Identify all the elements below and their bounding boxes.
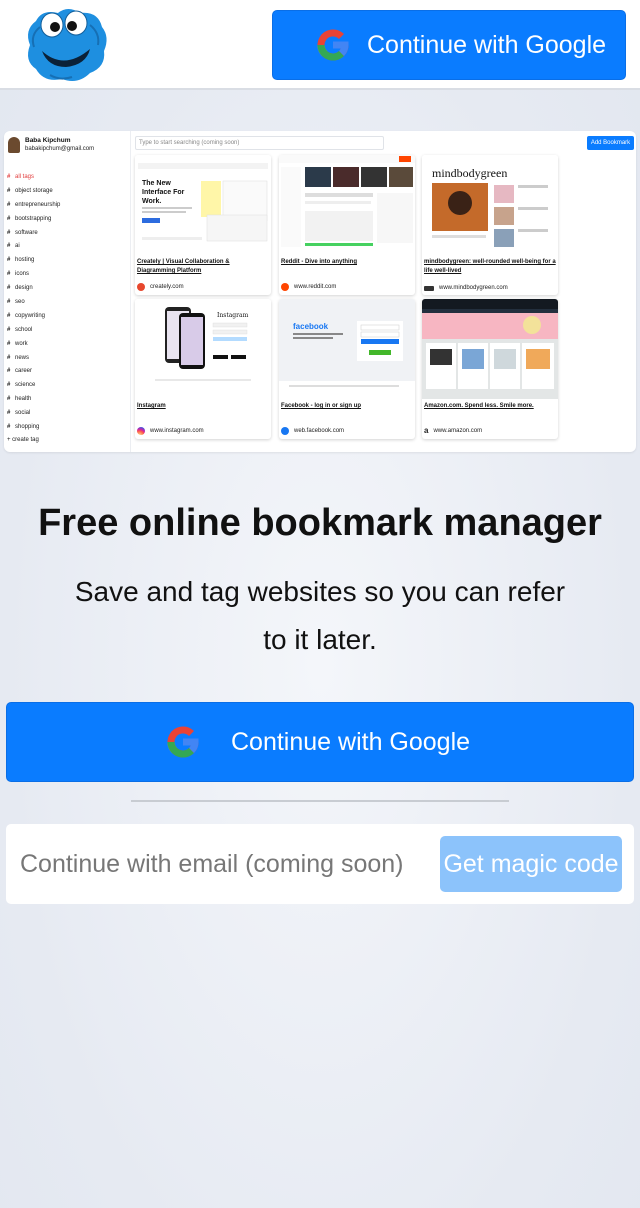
continue-with-google-button[interactable]: Continue with Google (6, 702, 634, 782)
amazon-favicon-icon: a (424, 426, 429, 435)
hash-icon: # (7, 215, 11, 222)
hash-icon: # (7, 326, 11, 333)
card-title: Creately | Visual Collaboration & Diagra… (137, 259, 230, 274)
hash-icon: # (7, 174, 11, 180)
preview-user-email: babakipchum@gmail.com (25, 146, 95, 152)
cookie-monster-logo[interactable] (20, 5, 110, 85)
hash-icon: # (7, 187, 11, 194)
preview-bookmark-card: The New Interface For Work. Creately | V… (135, 155, 271, 295)
creately-favicon-icon (137, 283, 145, 291)
preview-sidebar: Baba Kipchum babakipchum@gmail.com # all … (4, 131, 131, 452)
card-domain: a www.amazon.com (424, 426, 483, 435)
preview-tag-list: # all tags # object storage # entrepreneurs… (7, 171, 127, 435)
preview-tag-item: # design (7, 282, 127, 296)
preview-tag-item: # software (7, 227, 127, 241)
email-field[interactable] (20, 844, 430, 884)
site-screenshot: Instagram (135, 299, 271, 399)
site-screenshot (279, 155, 415, 255)
site-screenshot: mindbodygreen (422, 155, 558, 255)
preview-tag-item: # work (7, 338, 127, 352)
preview-tag-item: # hosting (7, 254, 127, 268)
preview-tag-item: # object storage (7, 185, 127, 199)
site-screenshot (422, 299, 558, 399)
preview-tag-item: # news (7, 352, 127, 366)
hash-icon: # (7, 340, 11, 347)
get-magic-code-button[interactable]: Get magic code (440, 836, 622, 892)
page-subtitle: Save and tag websites so you can refer t… (74, 576, 566, 655)
preview-tag-item: # school (7, 324, 127, 338)
svg-text:Work.: Work. (142, 198, 161, 205)
google-button-label: Continue with Google (231, 727, 471, 756)
card-title: Reddit - Dive into anything (281, 259, 357, 265)
google-icon (317, 29, 349, 61)
reddit-favicon-icon (281, 283, 289, 291)
page-title: Free online bookmark manager (38, 502, 602, 544)
google-button-label: Continue with Google (367, 30, 607, 59)
card-title: Instagram (137, 403, 166, 409)
preview-tag-item: # seo (7, 296, 127, 310)
preview-tag-item: # health (7, 393, 127, 407)
preview-tag-item: # science (7, 379, 127, 393)
site-screenshot: facebook (279, 299, 415, 399)
preview-bookmark-card: Reddit - Dive into anything www.reddit.c… (279, 155, 415, 295)
preview-bookmark-card: mindbodygreen mindbodygreen: well-rounde… (422, 155, 558, 295)
preview-user-name: Baba Kipchum (25, 137, 71, 144)
hash-icon: # (7, 257, 11, 264)
preview-tag-item: # all tags (7, 171, 127, 185)
hash-icon: # (7, 243, 11, 250)
preview-create-tag: + create tag (7, 437, 39, 443)
svg-text:facebook: facebook (293, 322, 329, 331)
card-domain: web.facebook.com (281, 427, 344, 435)
facebook-favicon-icon (281, 427, 289, 435)
card-domain: www.reddit.com (281, 283, 336, 291)
email-signin-box: Get magic code (6, 824, 634, 904)
card-domain: www.instagram.com (137, 427, 204, 435)
card-title: mindbodygreen: well-rounded well-being f… (424, 259, 556, 274)
preview-search-input: Type to start searching (coming soon) (135, 136, 384, 150)
preview-tag-item: # entrepreneurship (7, 199, 127, 213)
hash-icon: # (7, 312, 11, 319)
card-title: Facebook - log in or sign up (281, 403, 362, 409)
mindbodygreen-favicon-icon (424, 285, 434, 291)
preview-tag-item: # social (7, 407, 127, 421)
preview-tag-item: # ai (7, 240, 127, 254)
hash-icon: # (7, 368, 11, 375)
preview-bookmark-card: Instagram Instagram www.instagram.com (135, 299, 271, 439)
hash-icon: # (7, 424, 11, 431)
preview-add-bookmark-button: Add Bookmark (587, 136, 634, 150)
svg-text:mindbodygreen: mindbodygreen (432, 166, 507, 180)
divider (131, 800, 509, 802)
preview-tag-item: # copywriting (7, 310, 127, 324)
card-domain: creately.com (137, 283, 184, 291)
avatar (8, 137, 20, 153)
instagram-favicon-icon (137, 427, 145, 435)
top-bar: Continue with Google (0, 0, 640, 90)
svg-text:Interface For: Interface For (142, 189, 185, 196)
hash-icon: # (7, 382, 11, 389)
hash-icon: # (7, 410, 11, 417)
hash-icon: # (7, 285, 11, 292)
google-icon (167, 726, 199, 758)
preview-tag-item: # bootstrapping (7, 213, 127, 227)
preview-user: Baba Kipchum babakipchum@gmail.com (8, 137, 94, 153)
continue-with-google-button-header[interactable]: Continue with Google (272, 10, 626, 80)
preview-tag-item: # career (7, 365, 127, 379)
hash-icon: # (7, 396, 11, 403)
svg-text:The New: The New (142, 180, 171, 187)
hash-icon: # (7, 201, 11, 208)
svg-text:Instagram: Instagram (217, 312, 249, 319)
hash-icon: # (7, 299, 11, 306)
preview-bookmark-card: Amazon.com. Spend less. Smile more. a www… (422, 299, 558, 439)
preview-tag-item: # icons (7, 268, 127, 282)
hash-icon: # (7, 354, 11, 361)
hash-icon: # (7, 271, 11, 278)
card-domain: www.mindbodygreen.com (424, 285, 508, 291)
site-screenshot: The New Interface For Work. (135, 155, 271, 255)
preview-bookmark-card: facebook Facebook - log in or sign up we… (279, 299, 415, 439)
app-preview-screenshot: Baba Kipchum babakipchum@gmail.com # all … (4, 131, 636, 452)
preview-tag-item: # shopping (7, 421, 127, 435)
hash-icon: # (7, 229, 11, 236)
card-title: Amazon.com. Spend less. Smile more. (424, 403, 534, 409)
